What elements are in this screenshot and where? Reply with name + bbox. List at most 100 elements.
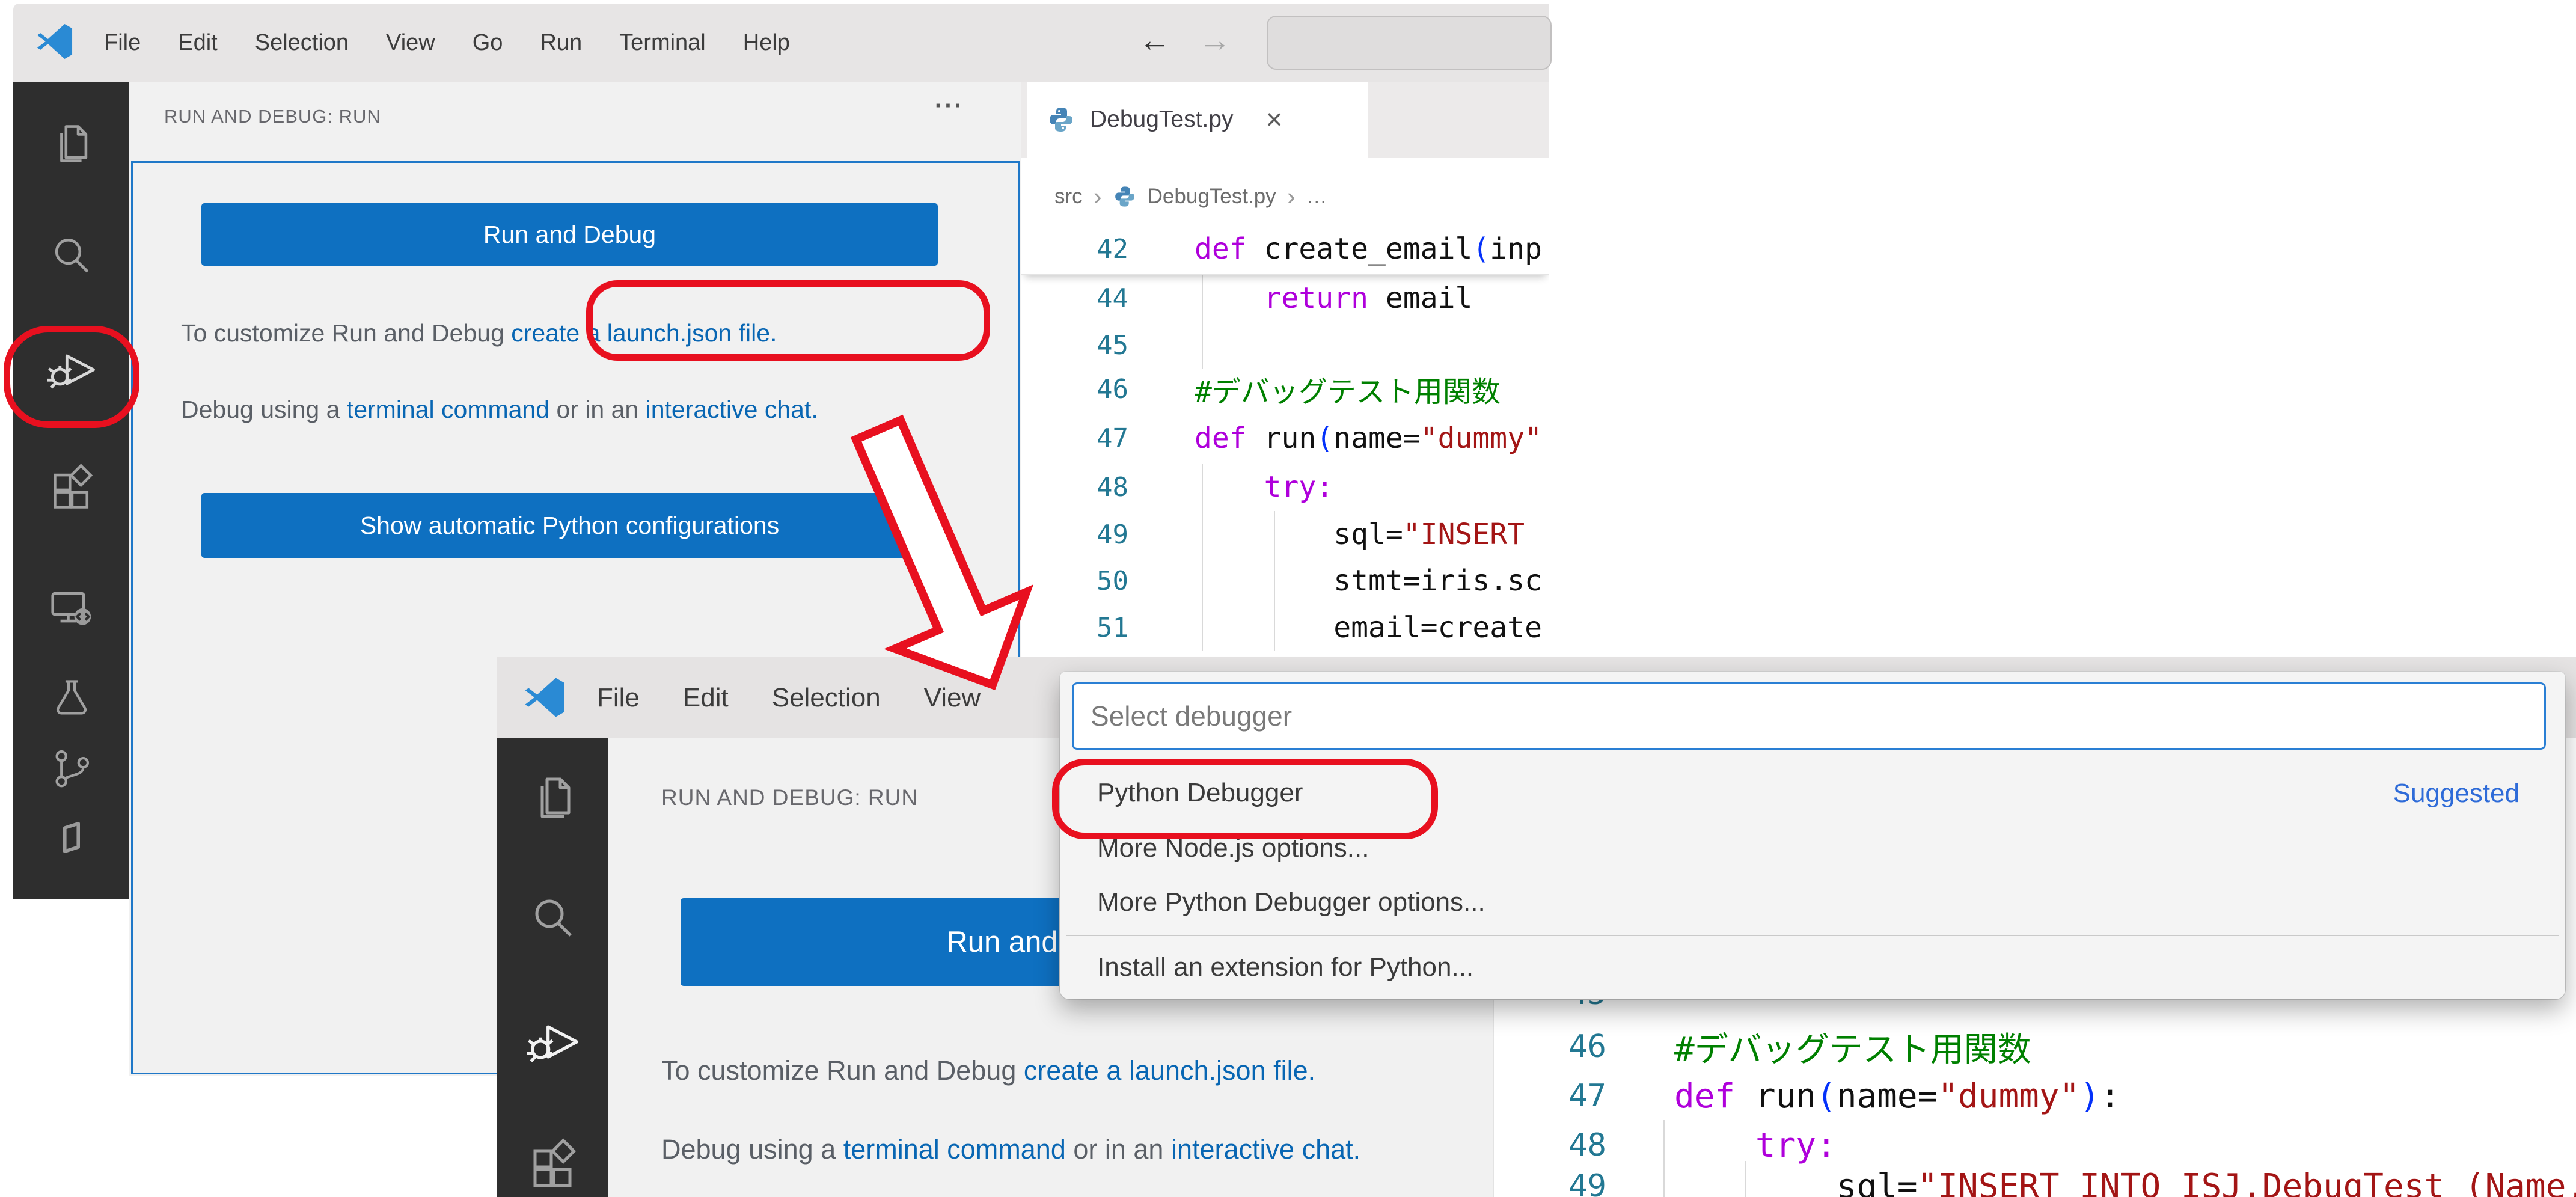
code-line[interactable]: 51 email=create [1021,604,1549,651]
code-line[interactable]: 46 #デバッグテスト用関数 [1494,1021,2576,1072]
testing-icon[interactable] [46,673,97,724]
code-text: try: [1674,1126,1837,1165]
debug-prefix: Debug using a [181,396,347,423]
line-number[interactable]: 50 [1021,566,1145,596]
package-icon[interactable] [47,813,96,862]
menu-edit[interactable]: Edit [661,683,750,713]
views-more-actions-icon[interactable]: ··· [935,93,964,120]
line-number[interactable]: 42 [1021,234,1145,265]
code-line[interactable]: 46 #デバッグテスト用関数 [1021,366,1549,412]
explorer-icon[interactable] [523,768,583,828]
line-number[interactable]: 51 [1021,613,1145,643]
menu-view[interactable]: View [367,30,454,56]
quickpick-item-label: Install an extension for Python... [1097,952,1473,982]
show-auto-python-config-label: Show automatic Python configurations [360,512,779,540]
sidebar-title: RUN AND DEBUG: RUN [164,106,381,127]
python-file-icon [1047,105,1075,134]
vscode-logo-icon [35,22,75,67]
annotation-circle-debug-icon [4,326,139,428]
debugger-search-input[interactable] [1072,682,2546,750]
run-and-debug-icon[interactable] [522,1011,584,1073]
menu-selection[interactable]: Selection [236,30,367,56]
menu-terminal[interactable]: Terminal [601,30,724,56]
menu-file[interactable]: File [575,683,661,713]
create-launch-json-link[interactable]: create a launch.json file. [1024,1055,1315,1086]
code-text: stmt=iris.sc [1195,564,1542,598]
menu-help[interactable]: Help [724,30,809,56]
terminal-command-link[interactable]: terminal command [347,396,549,423]
activity-bar [497,738,608,1197]
interactive-link[interactable]: interactive [646,396,758,423]
breadcrumb-folder[interactable]: src [1054,185,1083,209]
extensions-icon[interactable] [44,462,99,517]
annotation-box-launch-json [586,280,990,361]
code-line[interactable]: 45 [1021,322,1549,369]
line-number[interactable]: 47 [1021,423,1145,454]
debug-alternatives-text: Debug using a terminal command or in an … [661,1124,1467,1175]
sidebar-title: RUN AND DEBUG: RUN [661,785,918,810]
chevron-right-icon: › [1287,182,1296,211]
menu-file[interactable]: File [85,30,159,56]
search-icon[interactable] [44,228,99,284]
line-number[interactable]: 47 [1494,1078,1624,1114]
code-text: #デバッグテスト用関数 [1674,1023,2031,1071]
line-number[interactable]: 49 [1021,519,1145,550]
chat-link[interactable]: chat. [765,396,818,423]
code-line[interactable]: 44 return email [1021,275,1549,322]
quickpick-item-more-python[interactable]: More Python Debugger options... [1060,875,2565,930]
code-line[interactable]: 48 try: [1021,464,1549,510]
line-number[interactable]: 46 [1494,1029,1624,1065]
tab-close-icon[interactable]: × [1265,103,1282,136]
code-line[interactable]: 50 stmt=iris.sc [1021,557,1549,604]
code-text: def run(name="dummy"): [1674,1077,2120,1116]
menu-edit[interactable]: Edit [159,30,236,56]
customize-prefix: To customize Run and Debug [181,319,511,347]
line-number[interactable]: 44 [1021,283,1145,314]
chat-link[interactable]: chat. [1302,1134,1361,1165]
menu-run[interactable]: Run [521,30,601,56]
line-number[interactable]: 49 [1494,1168,1624,1197]
search-icon[interactable] [523,889,583,949]
code-line[interactable]: 49 sql="INSERT INTO ISJ.DebugTest (Name,… [1494,1161,2576,1197]
line-number[interactable]: 45 [1021,330,1145,361]
tab-debugtest[interactable]: DebugTest.py × [1027,82,1368,158]
code-text: #デバッグテスト用関数 [1195,368,1501,410]
screenshot-canvas: File Edit Selection View Go Run Terminal… [0,0,2576,1197]
code-line[interactable]: 47 def run(name="dummy"): [1494,1071,2576,1121]
sticky-code-line[interactable]: 42 def create_email(inp [1021,224,1549,275]
chevron-right-icon: › [1094,182,1102,211]
extensions-icon[interactable] [523,1136,583,1196]
code-text: sql="INSERT INTO ISJ.DebugTest (Name,Ema [1674,1167,2576,1197]
code-text: def run(name="dummy" [1195,421,1542,455]
interactive-link[interactable]: interactive [1171,1134,1294,1165]
quickpick-item-install-extension[interactable]: Install an extension for Python... [1060,940,2565,995]
breadcrumb: src › DebugTest.py › … [1054,176,1327,218]
python-file-icon [1113,185,1137,209]
code-line[interactable]: 49 sql="INSERT [1021,511,1549,558]
debug-mid: or in an [1066,1134,1171,1165]
quickpick-item-label: More Python Debugger options... [1097,887,1485,917]
terminal-command-link[interactable]: terminal command [843,1134,1066,1165]
code-line[interactable]: 47 def run(name="dummy" [1021,415,1549,462]
breadcrumb-file[interactable]: DebugTest.py [1148,185,1276,209]
explorer-icon[interactable] [44,117,99,172]
customize-text: To customize Run and Debug create a laun… [661,1046,1493,1095]
suggested-badge: Suggested [2393,779,2519,809]
line-number[interactable]: 46 [1021,374,1145,405]
show-auto-python-config-button[interactable]: Show automatic Python configurations [201,493,938,558]
tab-label: DebugTest.py [1090,106,1233,133]
menu-selection[interactable]: Selection [750,683,902,713]
remote-explorer-icon[interactable] [44,580,99,635]
nav-forward-icon[interactable]: → [1199,24,1231,57]
run-and-debug-button-label: Run and Debug [483,221,656,249]
customize-prefix: To customize Run and Debug [661,1055,1024,1086]
source-control-icon[interactable] [46,742,97,793]
run-and-debug-button[interactable]: Run and Debug [201,203,938,266]
line-number[interactable]: 48 [1021,472,1145,503]
line-number[interactable]: 48 [1494,1127,1624,1163]
command-center-search[interactable] [1267,16,1552,70]
menu-go[interactable]: Go [454,30,522,56]
breadcrumb-symbol[interactable]: … [1306,185,1327,209]
nav-back-icon[interactable]: ← [1139,24,1171,57]
menu-view[interactable]: View [902,683,1003,713]
